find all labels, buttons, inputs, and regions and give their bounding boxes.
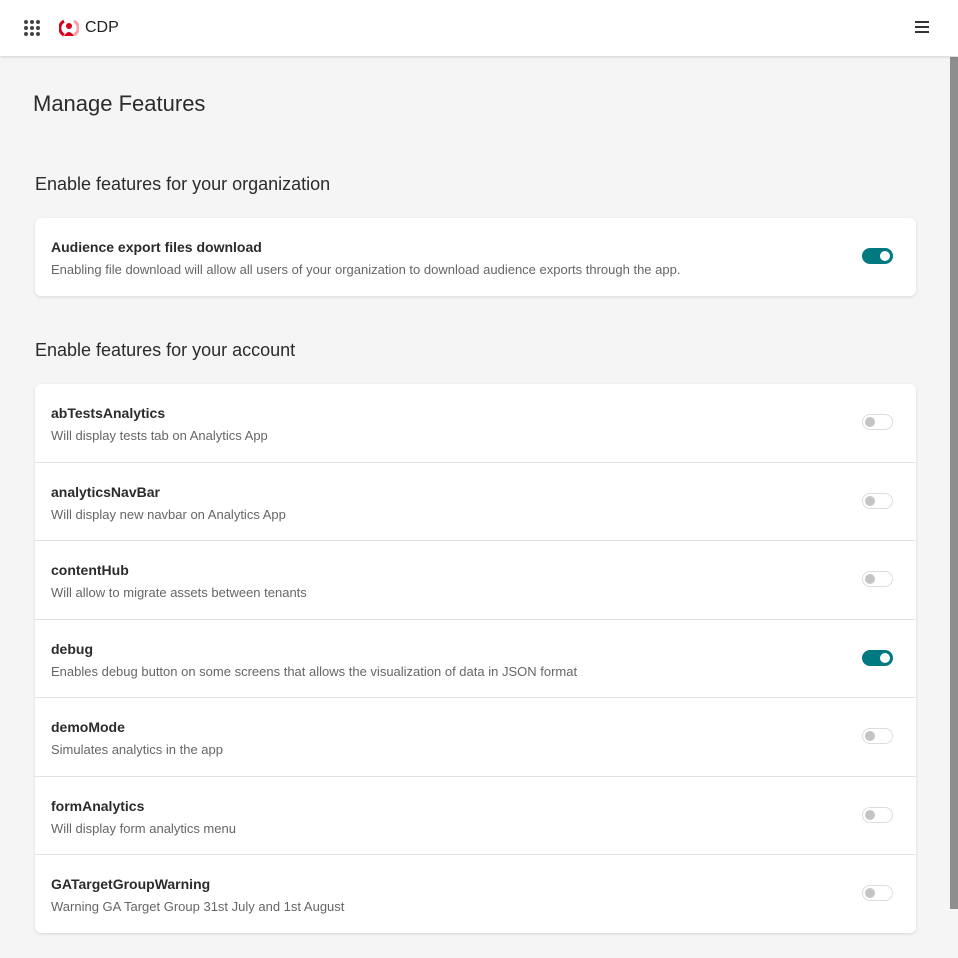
- feature-name: Audience export files download: [51, 239, 262, 255]
- feature-description: Enabling file download will allow all us…: [51, 262, 681, 277]
- scrollbar[interactable]: [950, 57, 958, 909]
- page-title: Manage Features: [33, 91, 206, 116]
- feature-toggle[interactable]: [862, 728, 893, 744]
- org-section-heading: Enable features for your organization: [35, 174, 331, 194]
- feature-toggle[interactable]: [862, 806, 893, 823]
- feature-description: Simulates analytics in the app: [51, 742, 223, 757]
- feature-row: GATargetGroupWarning Warning GA Target Gr…: [35, 855, 916, 934]
- feature-row: analyticsNavBar Will display new navbar o…: [35, 463, 916, 541]
- feature-name: demoMode: [51, 719, 125, 735]
- top-bar: CDP: [0, 0, 958, 56]
- feature-name: GATargetGroupWarning: [51, 876, 211, 892]
- feature-toggle[interactable]: [862, 414, 893, 430]
- feature-name: abTestsAnalytics: [51, 405, 166, 421]
- org-features-card: Audience export files download Enabling f…: [35, 218, 916, 296]
- feature-row: Audience export files download Enabling f…: [35, 218, 916, 297]
- feature-name: formAnalytics: [51, 797, 145, 814]
- feature-row: debug Enables debug button on some screen…: [35, 620, 916, 698]
- feature-description: Will display tests tab on Analytics App: [51, 428, 268, 443]
- feature-row: demoMode Simulates analytics in the app: [35, 698, 916, 777]
- feature-toggle[interactable]: [862, 492, 893, 509]
- feature-toggle[interactable]: [862, 885, 893, 901]
- account-section-heading: Enable features for your account: [35, 340, 296, 360]
- brand-name[interactable]: CDP: [85, 19, 119, 37]
- feature-description: Will display new navbar on Analytics App: [51, 506, 286, 522]
- feature-description: Will allow to migrate assets between ten…: [51, 585, 307, 600]
- app-launcher-icon[interactable]: [24, 20, 40, 36]
- feature-toggle[interactable]: [862, 248, 893, 264]
- feature-toggle[interactable]: [862, 571, 893, 587]
- account-features-card: abTestsAnalytics Will display tests tab o…: [35, 384, 916, 933]
- cdp-logo-icon: [59, 19, 79, 37]
- feature-row: formAnalytics Will display form analytics…: [35, 777, 916, 855]
- feature-row: contentHub Will allow to migrate assets b…: [35, 541, 916, 620]
- feature-name: contentHub: [51, 562, 129, 578]
- feature-name: analyticsNavBar: [51, 483, 160, 500]
- feature-description: Enables debug button on some screens tha…: [51, 663, 578, 679]
- feature-description: Will display form analytics menu: [51, 820, 236, 836]
- feature-toggle[interactable]: [862, 649, 893, 666]
- feature-description: Warning GA Target Group 31st July and 1s…: [51, 899, 345, 914]
- hamburger-menu-icon[interactable]: [915, 21, 929, 33]
- feature-name: debug: [51, 640, 93, 657]
- feature-row: abTestsAnalytics Will display tests tab o…: [35, 384, 916, 463]
